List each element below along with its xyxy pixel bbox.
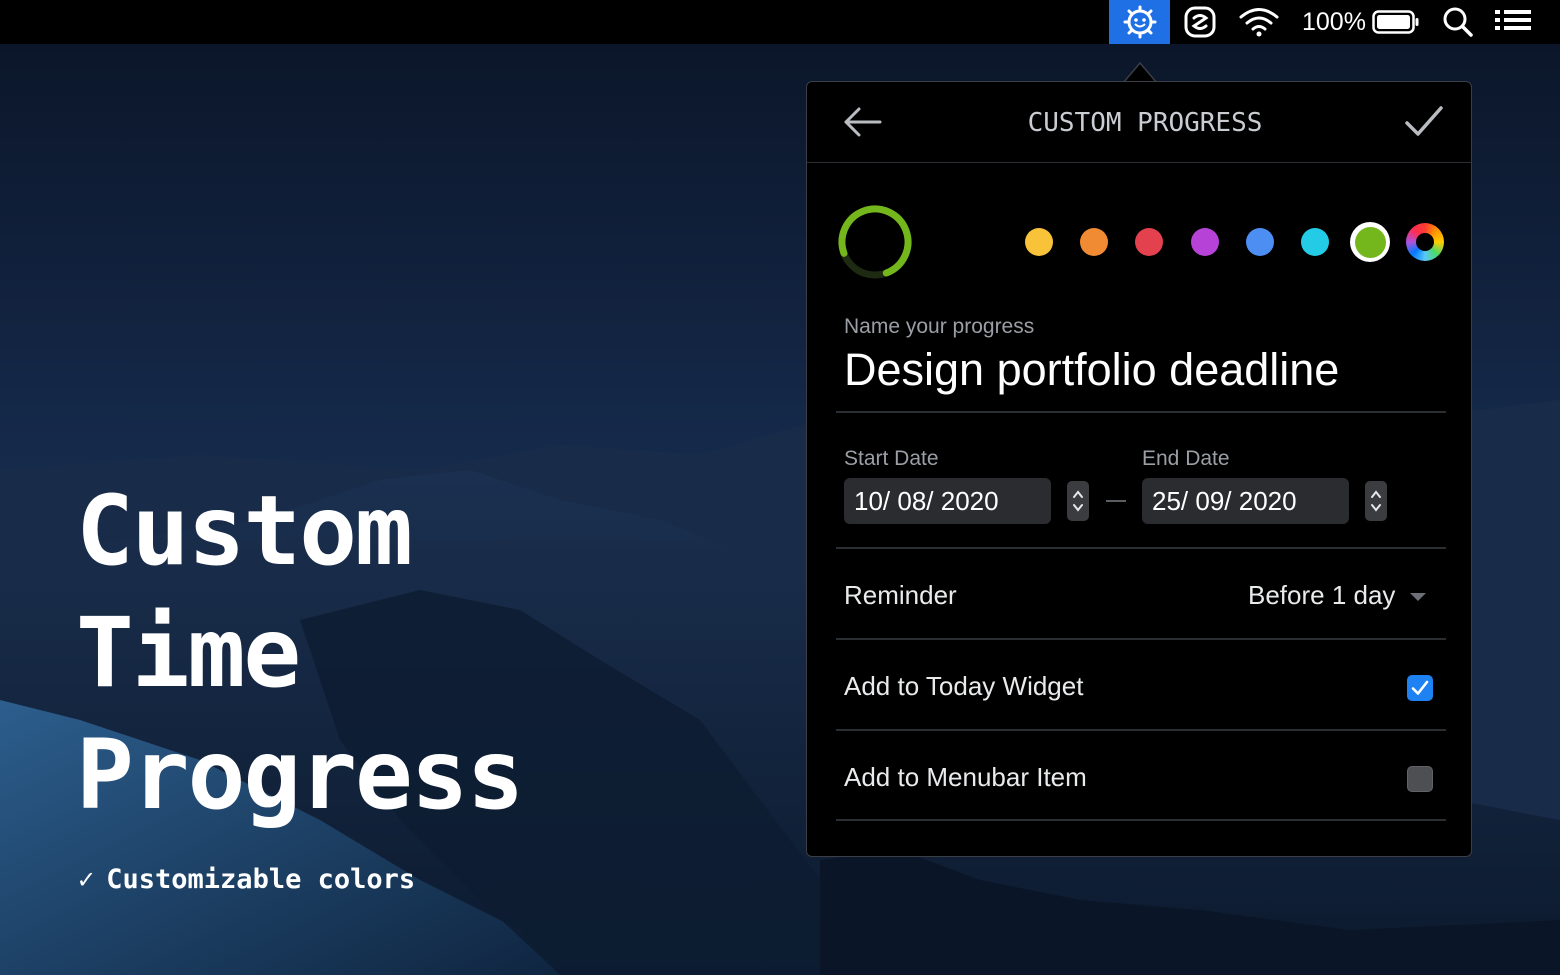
progress-ring-preview: [838, 205, 912, 279]
battery-percent: 100%: [1302, 8, 1366, 36]
stepper-arrows-icon: [1073, 490, 1083, 512]
wifi-icon[interactable]: [1236, 0, 1282, 44]
menubar-item-checkbox[interactable]: [1407, 766, 1433, 792]
start-date-stepper[interactable]: [1067, 481, 1089, 521]
color-swatch-yellow[interactable]: [1019, 222, 1059, 262]
control-list-icon[interactable]: [1492, 0, 1534, 44]
checkmark-icon: [1411, 680, 1429, 695]
start-date-field[interactable]: 10/ 08/ 2020: [844, 478, 1051, 524]
color-dot: [1191, 228, 1219, 256]
color-dot: [1080, 228, 1108, 256]
end-date-label: End Date: [1142, 447, 1230, 470]
progress-name-input[interactable]: Design portfolio deadline: [844, 344, 1339, 396]
divider: [836, 638, 1446, 640]
popover-header: CUSTOM PROGRESS: [807, 82, 1471, 163]
date-range-dash: [1106, 500, 1126, 502]
headline-line-2: Time: [76, 597, 301, 709]
color-swatch-cyan[interactable]: [1295, 222, 1335, 262]
divider: [836, 729, 1446, 731]
headline-line-1: Custom: [76, 475, 413, 587]
headline-line-3: Progress: [76, 719, 524, 831]
popover-title: CUSTOM PROGRESS: [1027, 108, 1263, 138]
color-dot: [1354, 226, 1386, 258]
custom-progress-popover: CUSTOM PROGRESS Name your progress Desig…: [806, 81, 1472, 857]
checkmark-icon: ✓: [78, 864, 95, 895]
color-swatch-orange[interactable]: [1074, 222, 1114, 262]
today-widget-label: Add to Today Widget: [844, 671, 1084, 701]
name-progress-label: Name your progress: [844, 315, 1035, 338]
today-widget-checkbox[interactable]: [1407, 675, 1433, 701]
divider: [836, 411, 1446, 413]
start-date-label: Start Date: [844, 447, 939, 470]
color-dot: [1135, 228, 1163, 256]
done-button[interactable]: [1403, 102, 1445, 142]
color-dot: [1246, 228, 1274, 256]
end-date-stepper[interactable]: [1365, 481, 1387, 521]
divider: [836, 819, 1446, 821]
battery-icon[interactable]: [1370, 0, 1422, 44]
progress-app-icon[interactable]: [1109, 0, 1170, 44]
menubar: 100%: [0, 0, 1560, 44]
color-swatch-blue[interactable]: [1240, 222, 1280, 262]
stepper-arrows-icon: [1371, 490, 1381, 512]
color-dot: [1025, 228, 1053, 256]
color-swatch-red[interactable]: [1129, 222, 1169, 262]
color-swatch-custom[interactable]: [1405, 222, 1445, 262]
divider: [836, 547, 1446, 549]
reminder-label: Reminder: [844, 580, 957, 610]
reminder-dropdown[interactable]: Before 1 day: [1248, 580, 1395, 611]
color-wheel-icon: [1406, 223, 1444, 261]
menubar-item-label: Add to Menubar Item: [844, 762, 1087, 792]
headline: Custom Time Progress: [76, 470, 524, 836]
color-dot: [1301, 228, 1329, 256]
color-swatch-green[interactable]: [1350, 222, 1390, 262]
end-date-field[interactable]: 25/ 09/ 2020: [1142, 478, 1349, 524]
chevron-down-icon[interactable]: [1410, 593, 1426, 601]
spotlight-search-icon[interactable]: [1438, 0, 1478, 44]
color-wheel-center: [1416, 233, 1434, 251]
feature-item: ✓ Customizable colors: [78, 864, 415, 895]
scripting-app-icon[interactable]: [1180, 0, 1220, 44]
color-swatch-purple[interactable]: [1185, 222, 1225, 262]
feature-text: Customizable colors: [106, 864, 416, 895]
checkmark-icon: [1405, 106, 1443, 136]
